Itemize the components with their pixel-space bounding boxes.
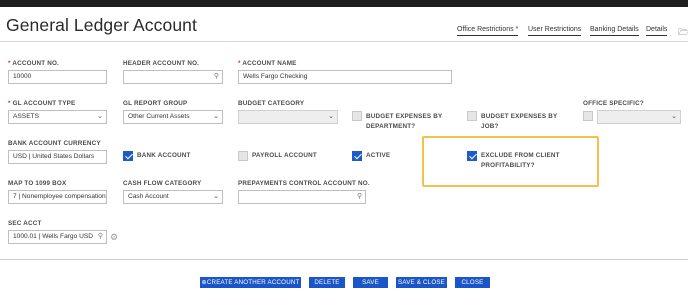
bank-account-label: BANK ACCOUNT (137, 152, 191, 159)
gl-report-group-value: Other Current Assets (128, 113, 190, 120)
gl-report-group-select[interactable]: Other Current Assets ⌄ (123, 110, 223, 124)
office-specific-select[interactable]: ⌄ (597, 110, 681, 124)
exclude-profitability-label: EXCLUDE FROM CLIENT PROFITABILITY? (481, 152, 560, 169)
account-name-label: * ACCOUNT NAME (238, 60, 297, 67)
budget-category-select[interactable]: ⌄ (238, 110, 338, 124)
search-icon[interactable]: ⚲ (214, 71, 219, 83)
cash-flow-category-value: Cash Account (128, 193, 169, 200)
payroll-account-checkbox[interactable] (238, 151, 248, 161)
chevron-down-icon: ⌄ (213, 193, 219, 200)
active-checkbox[interactable] (352, 151, 362, 161)
sec-acct-input[interactable]: 1000.01 | Wells Fargo USD ⚲ (8, 230, 107, 244)
search-icon[interactable]: ⚲ (357, 191, 362, 203)
budget-expenses-department-checkbox[interactable] (352, 111, 362, 121)
office-specific-label: OFFICE SPECIFIC? (583, 100, 644, 107)
active-label: ACTIVE (366, 152, 391, 159)
bank-account-currency-input[interactable]: USD | United States Dollars (8, 150, 107, 164)
budget-expenses-job-checkbox[interactable] (467, 111, 477, 121)
delete-button[interactable]: DELETE (309, 277, 345, 288)
cash-flow-category-label: CASH FLOW CATEGORY (123, 180, 202, 187)
budget-category-label: BUDGET CATEGORY (238, 100, 305, 107)
save-close-button[interactable]: SAVE & CLOSE (396, 277, 447, 288)
footer-divider (0, 259, 688, 260)
gear-icon[interactable]: ⚙ (110, 232, 118, 243)
gl-account-type-label: * GL ACCOUNT TYPE (8, 100, 76, 107)
office-specific-checkbox[interactable] (583, 111, 593, 121)
save-button[interactable]: SAVE (353, 277, 388, 288)
create-another-account-button[interactable]: ⊕CREATE ANOTHER ACCOUNT (200, 277, 301, 288)
account-no-input[interactable]: 10000 (8, 70, 107, 84)
gl-account-type-select[interactable]: ASSETS ⌄ (8, 110, 107, 124)
budget-expenses-job-label: BUDGET EXPENSES BY JOB? (481, 113, 558, 130)
gl-report-group-label: GL REPORT GROUP (123, 100, 188, 107)
header-account-no-input[interactable]: ⚲ (123, 70, 223, 84)
account-no-label: * ACCOUNT NO. (8, 60, 60, 67)
chevron-down-icon: ⌄ (328, 113, 334, 120)
search-icon[interactable]: ⚲ (98, 231, 103, 243)
sec-acct-label: SEC ACCT (8, 220, 42, 227)
tab-details[interactable]: Details (646, 26, 668, 36)
chevron-down-icon: ⌄ (213, 113, 219, 120)
header-divider (0, 41, 688, 42)
folder-icon[interactable]: 🗁 (678, 25, 688, 41)
tab-office-restrictions[interactable]: Office Restrictions * (457, 26, 519, 36)
page-title: General Ledger Account (6, 15, 197, 35)
budget-expenses-department-label: BUDGET EXPENSES BY DEPARTMENT? (366, 113, 443, 130)
bank-account-currency-label: BANK ACCOUNT CURRENCY (8, 140, 101, 147)
chevron-down-icon: ⌄ (97, 113, 103, 120)
account-name-input[interactable]: Wells Fargo Checking (238, 70, 452, 84)
sec-acct-value: 1000.01 | Wells Fargo USD (13, 233, 94, 240)
header-account-no-label: HEADER ACCOUNT NO. (123, 60, 200, 67)
top-bar (0, 0, 688, 7)
map-1099-label: MAP TO 1099 BOX (8, 180, 67, 187)
chevron-down-icon: ⌄ (671, 113, 677, 120)
close-button[interactable]: CLOSE (455, 277, 490, 288)
gl-account-type-value: ASSETS (13, 113, 40, 120)
exclude-profitability-checkbox[interactable] (467, 151, 477, 161)
prepayments-control-label: PREPAYMENTS CONTROL ACCOUNT NO. (238, 180, 370, 187)
cash-flow-category-select[interactable]: Cash Account ⌄ (123, 190, 223, 204)
bank-account-checkbox[interactable] (123, 151, 133, 161)
create-another-account-label: CREATE ANOTHER ACCOUNT (206, 279, 300, 286)
tab-banking-details[interactable]: Banking Details (590, 26, 639, 36)
prepayments-control-input[interactable]: ⚲ (238, 190, 366, 204)
payroll-account-label: PAYROLL ACCOUNT (252, 152, 317, 159)
tab-user-restrictions[interactable]: User Restrictions (528, 26, 582, 36)
map-1099-input[interactable]: 7 | Nonemployee compensation (8, 190, 107, 204)
